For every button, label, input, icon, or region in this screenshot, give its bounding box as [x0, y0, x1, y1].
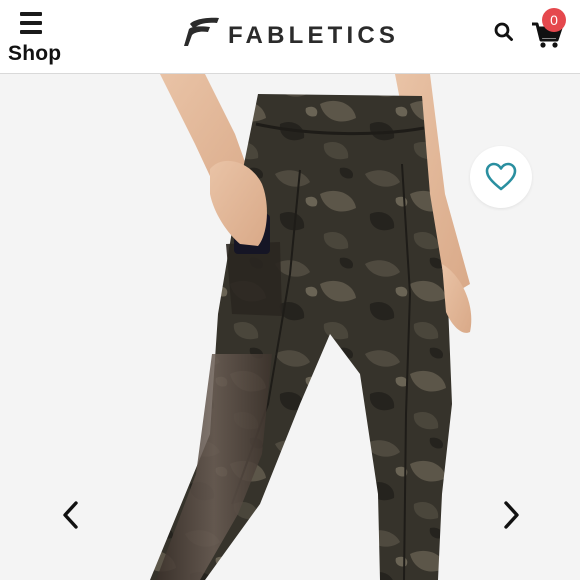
menu-icon — [20, 12, 42, 39]
next-image-button[interactable] — [496, 495, 526, 535]
previous-image-button[interactable] — [56, 495, 86, 535]
cart-count-badge: 0 — [542, 8, 566, 32]
shop-menu-button[interactable]: Shop — [6, 8, 62, 68]
chevron-left-icon — [63, 501, 78, 529]
search-icon — [494, 22, 513, 41]
product-image-gallery[interactable] — [0, 74, 580, 580]
chevron-right-icon — [504, 501, 519, 529]
wishlist-button[interactable] — [470, 146, 532, 208]
heart-icon — [485, 162, 517, 191]
menu-label: Shop — [8, 42, 62, 65]
search-button[interactable] — [492, 20, 516, 44]
site-header: Shop FABLETICS 0 — [0, 0, 580, 74]
brand-logo[interactable]: FABLETICS — [184, 14, 424, 54]
brand-name: FABLETICS — [228, 22, 400, 49]
brand-logo-icon — [184, 17, 219, 46]
